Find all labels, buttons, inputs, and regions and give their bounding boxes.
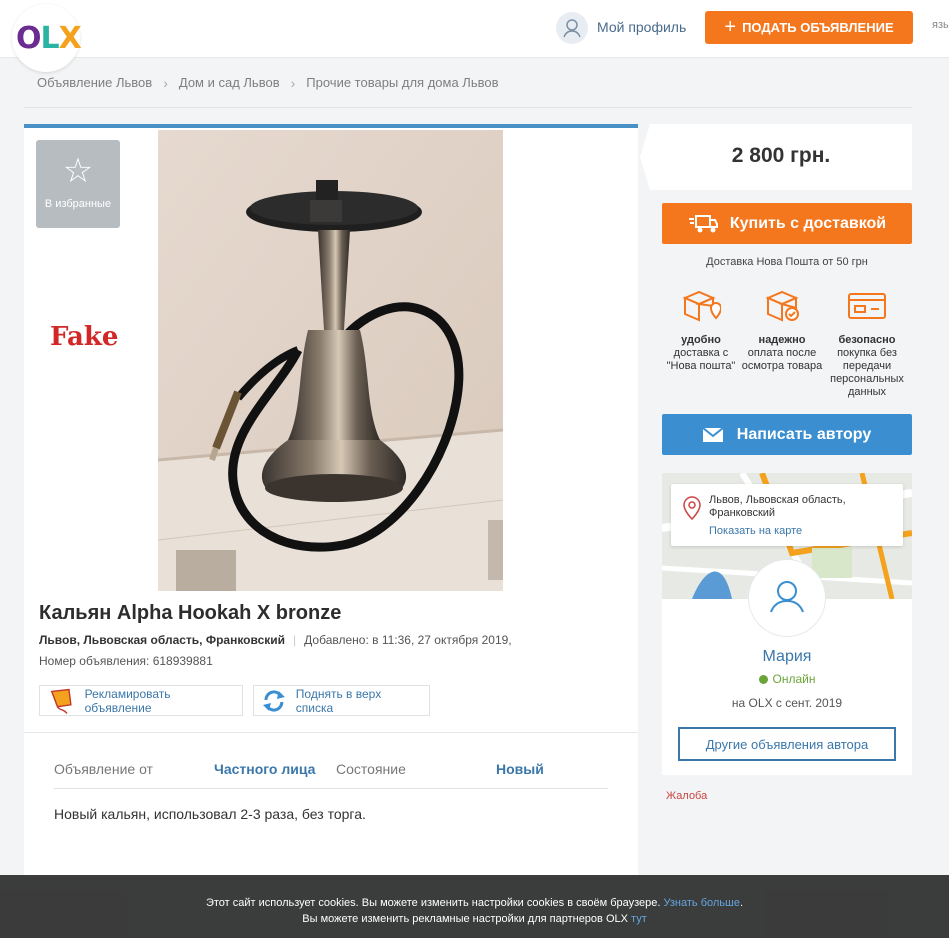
promote-ad-label: Рекламировать объявление <box>84 686 171 715</box>
cookie-text-1: Этот сайт использует cookies. Вы можете … <box>205 897 661 909</box>
envelope-icon <box>702 427 723 442</box>
box-location-icon <box>682 290 723 322</box>
write-to-author-label: Написать автору <box>736 425 872 443</box>
bump-ad-button[interactable]: Поднять в верх списка <box>253 685 430 716</box>
param-value-condition[interactable]: Новый <box>496 761 544 777</box>
feature-text: покупка без передачи персональных данных <box>830 347 904 398</box>
param-label-from: Объявление от <box>54 761 153 777</box>
price: 2 800 грн. <box>731 144 831 167</box>
bump-ad-label: Поднять в верх списка <box>295 686 382 715</box>
language-switch[interactable]: язы <box>932 19 949 31</box>
pin-icon <box>683 496 701 520</box>
feature-title: удобно <box>681 334 721 346</box>
other-ads-button[interactable]: Другие объявления автора <box>678 727 896 761</box>
online-dot-icon <box>758 675 768 684</box>
card-icon <box>848 293 886 319</box>
feature-convenient: удобно доставка с "Нова пошта" <box>659 288 743 373</box>
ad-number: Номер объявления: 618939881 <box>39 654 213 668</box>
breadcrumb-item[interactable]: Дом и сад Львов <box>179 75 280 90</box>
ad-settings-link[interactable]: тут <box>631 913 647 925</box>
buy-with-delivery-button[interactable]: Купить с доставкой <box>662 203 912 244</box>
profile-avatar-icon[interactable] <box>556 12 588 44</box>
buy-with-delivery-label: Купить с доставкой <box>729 214 887 232</box>
chevron-right-icon: › <box>290 74 296 91</box>
listing-added-date: Добавлено: в 11:36, 27 октября 2019, <box>304 633 512 647</box>
listing-description: Новый кальян, использовал 2-3 раза, без … <box>54 806 366 822</box>
seller-avatar[interactable] <box>749 560 825 636</box>
logo-text: OLX <box>16 21 82 56</box>
my-profile-link[interactable]: Мой профиль <box>597 19 686 35</box>
online-label: Онлайн <box>772 672 816 686</box>
fake-watermark: Fake <box>50 322 119 352</box>
cookie-banner: Этот сайт использует cookies. Вы можете … <box>0 875 949 938</box>
breadcrumb-item[interactable]: Прочие товары для дома Львов <box>306 75 498 90</box>
box-check-icon <box>765 290 799 322</box>
feature-title: безопасно <box>838 334 896 346</box>
show-on-map-link[interactable]: Показать на карте <box>709 525 802 537</box>
delivery-truck-icon <box>688 214 718 232</box>
feature-reliable: надежно оплата после осмотра товара <box>740 288 824 373</box>
kite-icon <box>50 688 72 714</box>
refresh-icon <box>262 689 285 712</box>
param-value-from[interactable]: Частного лица <box>214 761 315 777</box>
feature-text: доставка с "Нова пошта" <box>666 347 736 372</box>
seller-location: Львов, Львовская область, Франковский <box>709 494 846 519</box>
member-since: на OLX с сент. 2019 <box>731 696 843 710</box>
favorites-label: В избранные <box>44 198 112 210</box>
listing-params: Объявление от Частного лица Состояние Но… <box>54 753 608 789</box>
star-icon: ☆ <box>62 152 94 190</box>
chevron-right-icon: › <box>163 74 168 91</box>
delivery-note: Доставка Нова Пошта от 50 грн <box>706 256 868 268</box>
feature-title: надежно <box>758 334 806 346</box>
add-to-favorites-button[interactable]: ☆ В избранные <box>36 140 120 228</box>
seller-name[interactable]: Мария <box>662 648 912 666</box>
promote-ad-button[interactable]: Рекламировать объявление <box>39 685 243 716</box>
feature-safe: безопасно покупка без передачи персональ… <box>825 288 909 399</box>
listing-card: ☆ В избранные Fake Кальян Alpha Hookah X… <box>24 124 638 884</box>
post-ad-label: ПОДАТЬ ОБЪЯВЛЕНИЕ <box>742 20 894 35</box>
plus-icon: + <box>724 16 737 38</box>
online-status: Онлайн <box>662 672 912 686</box>
write-to-author-button[interactable]: Написать автору <box>662 414 912 455</box>
cookie-text-2: Вы можете изменить рекламные настройки д… <box>302 913 628 925</box>
post-ad-button[interactable]: + ПОДАТЬ ОБЪЯВЛЕНИЕ <box>705 11 913 44</box>
listing-location[interactable]: Львов, Львовская область, Франковский <box>39 633 285 647</box>
seller-card: Львов, Львовская область, Франковский По… <box>662 473 912 775</box>
feature-text: оплата после осмотра товара <box>741 347 823 372</box>
complaint-link[interactable]: Жалоба <box>666 790 707 802</box>
listing-photo[interactable] <box>158 130 503 591</box>
location-card: Львов, Львовская область, Франковский По… <box>671 484 903 546</box>
listing-title: Кальян Alpha Hookah X bronze <box>39 602 342 624</box>
learn-more-link[interactable]: Узнать больше <box>664 897 740 909</box>
breadcrumb-item[interactable]: Объявление Львов <box>37 75 152 90</box>
divider <box>24 732 638 733</box>
price-box: 2 800 грн. <box>640 124 912 190</box>
listing-meta: Львов, Львовская область, Франковский | До… <box>39 633 512 647</box>
breadcrumb: Объявление Львов › Дом и сад Львов › Про… <box>24 58 912 108</box>
site-header: OLX Мой профиль + ПОДАТЬ ОБЪЯВЛЕНИЕ язы <box>0 0 949 72</box>
meta-divider: | <box>293 633 297 647</box>
param-label-condition: Состояние <box>336 761 406 777</box>
